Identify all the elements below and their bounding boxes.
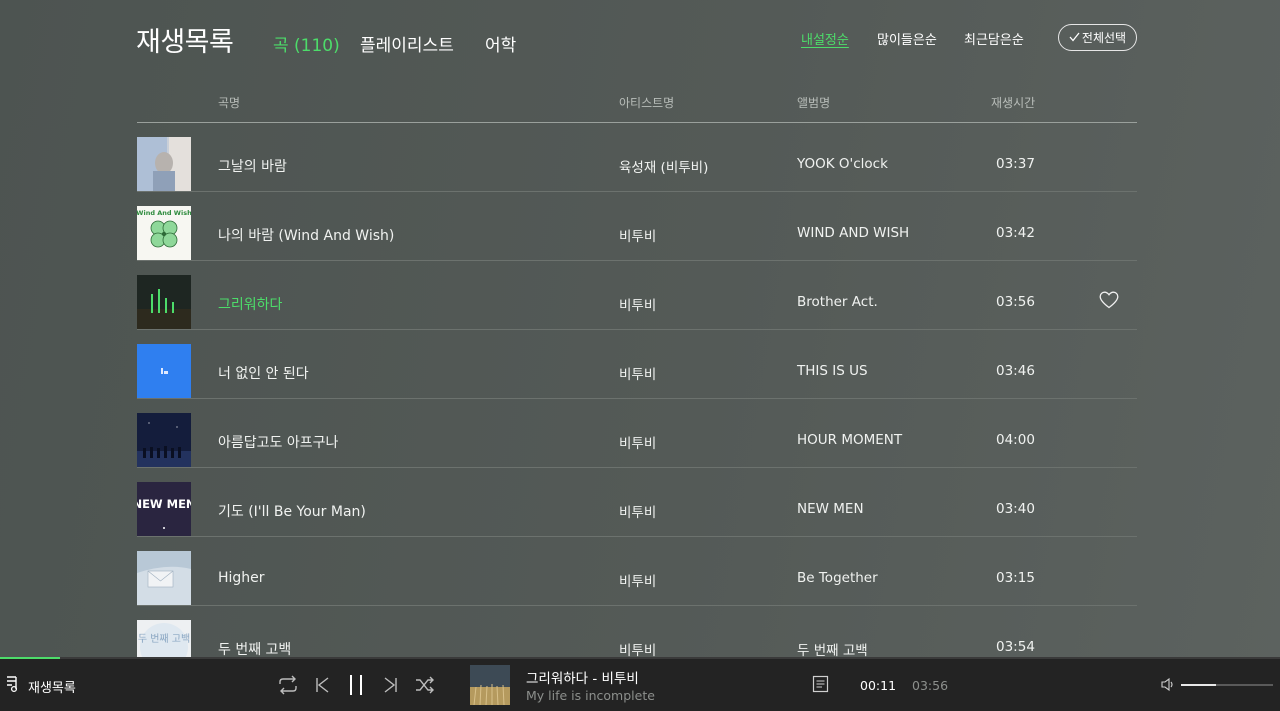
current-time: 00:11 bbox=[860, 678, 897, 693]
song-title[interactable]: 아름답고도 아프구나 bbox=[218, 432, 338, 452]
playlist-button[interactable]: 재생목록 bbox=[6, 675, 76, 697]
column-header-album: 앨범명 bbox=[797, 96, 831, 110]
lyrics-icon[interactable] bbox=[812, 675, 829, 693]
tab-songs[interactable]: 곡 (110) bbox=[273, 31, 340, 56]
song-artist[interactable]: 비투비 bbox=[619, 639, 656, 657]
column-header-title: 곡명 bbox=[218, 96, 241, 110]
sort-recently-added[interactable]: 최근담은순 bbox=[964, 29, 1024, 48]
album-cover-text: 두 번째 고백 bbox=[138, 633, 190, 645]
now-playing-lyric: My life is incomplete bbox=[526, 688, 655, 703]
tab-language[interactable]: 어학 bbox=[485, 31, 516, 56]
song-artist[interactable]: 비투비 bbox=[619, 225, 656, 245]
song-duration: 04:00 bbox=[996, 432, 1035, 448]
header: 재생목록 곡 (110) 플레이리스트 어학 내설정순 많이들은순 최근담은순 … bbox=[0, 0, 1280, 80]
song-title[interactable]: 너 없인 안 된다 bbox=[218, 363, 309, 383]
song-artist[interactable]: 비투비 bbox=[619, 363, 656, 383]
song-artist[interactable]: 비투비 bbox=[619, 294, 656, 314]
song-duration: 03:15 bbox=[996, 570, 1035, 586]
song-row[interactable]: NEW MEN 기도 (I'll Be Your Man) 비투비 NEW ME… bbox=[137, 468, 1137, 537]
song-artist[interactable]: 비투비 bbox=[619, 501, 656, 521]
select-all-label: 전체선택 bbox=[1081, 31, 1127, 45]
song-row[interactable]: 아름답고도 아프구나 비투비 HOUR MOMENT 04:00 bbox=[137, 399, 1137, 468]
album-cover bbox=[137, 551, 191, 605]
album-cover-text: NEW MEN bbox=[137, 497, 191, 511]
volume-slider[interactable] bbox=[1181, 684, 1273, 686]
album-cover bbox=[137, 137, 191, 191]
album-cover-text: Wind And Wish bbox=[137, 209, 191, 217]
total-time: 03:56 bbox=[912, 678, 949, 693]
song-duration: 03:56 bbox=[996, 294, 1035, 310]
sort-custom-order[interactable]: 내설정순 bbox=[801, 29, 849, 48]
album-cover bbox=[137, 275, 191, 329]
song-row[interactable]: 두 번째 고백 두 번째 고백 비투비 두 번째 고백 03:54 bbox=[137, 606, 1137, 657]
song-duration: 03:42 bbox=[996, 225, 1035, 241]
shuffle-icon[interactable] bbox=[414, 674, 436, 696]
playlist-label: 재생목록 bbox=[28, 680, 76, 696]
song-album[interactable]: Be Together bbox=[797, 570, 878, 586]
song-title[interactable]: 기도 (I'll Be Your Man) bbox=[218, 501, 366, 521]
check-icon bbox=[1069, 31, 1080, 45]
song-album[interactable]: 두 번째 고백 bbox=[797, 639, 868, 657]
heart-icon[interactable] bbox=[1099, 291, 1119, 309]
playlist-icon bbox=[6, 675, 22, 697]
song-title[interactable]: Higher bbox=[218, 570, 265, 586]
album-cover: Wind And Wish bbox=[137, 206, 191, 260]
album-cover: NEW MEN bbox=[137, 482, 191, 536]
song-duration: 03:46 bbox=[996, 363, 1035, 379]
select-all-button[interactable]: 전체선택 bbox=[1058, 24, 1137, 51]
album-cover bbox=[137, 413, 191, 467]
song-duration: 03:40 bbox=[996, 501, 1035, 517]
song-artist[interactable]: 비투비 bbox=[619, 432, 656, 452]
song-album[interactable]: HOUR MOMENT bbox=[797, 432, 902, 448]
album-cover: 두 번째 고백 bbox=[137, 620, 191, 657]
progress-bar[interactable] bbox=[0, 657, 1280, 659]
song-album[interactable]: WIND AND WISH bbox=[797, 225, 909, 241]
song-row[interactable]: 그리워하다 비투비 Brother Act. 03:56 bbox=[137, 261, 1137, 330]
now-playing-cover[interactable] bbox=[470, 665, 510, 705]
next-track-icon[interactable] bbox=[380, 674, 402, 696]
progress-fill bbox=[0, 657, 60, 659]
song-artist[interactable]: 육성재 (비투비) bbox=[619, 156, 708, 176]
song-list: 그날의 바람 육성재 (비투비) YOOK O'clock 03:37 Wind… bbox=[137, 123, 1137, 657]
column-header-artist: 아티스트명 bbox=[619, 96, 675, 110]
song-row[interactable]: Higher 비투비 Be Together 03:15 bbox=[137, 537, 1137, 606]
song-album[interactable]: NEW MEN bbox=[797, 501, 864, 517]
song-title[interactable]: 두 번째 고백 bbox=[218, 639, 291, 657]
column-header-duration: 재생시간 bbox=[991, 96, 1036, 110]
song-album[interactable]: YOOK O'clock bbox=[797, 156, 888, 172]
song-row[interactable]: 너 없인 안 된다 비투비 THIS IS US 03:46 bbox=[137, 330, 1137, 399]
previous-track-icon[interactable] bbox=[311, 674, 333, 696]
sort-most-played[interactable]: 많이들은순 bbox=[877, 29, 937, 48]
album-cover bbox=[137, 344, 191, 398]
song-artist[interactable]: 비투비 bbox=[619, 570, 656, 590]
tab-playlists[interactable]: 플레이리스트 bbox=[360, 31, 454, 56]
song-duration: 03:54 bbox=[996, 639, 1035, 655]
volume-icon[interactable] bbox=[1160, 677, 1175, 692]
pause-icon[interactable] bbox=[345, 674, 367, 696]
song-duration: 03:37 bbox=[996, 156, 1035, 172]
volume-fill bbox=[1181, 684, 1216, 686]
repeat-icon[interactable] bbox=[277, 674, 299, 696]
song-album[interactable]: THIS IS US bbox=[797, 363, 868, 379]
song-title[interactable]: 그날의 바람 bbox=[218, 156, 287, 176]
song-row[interactable]: Wind And Wish 나의 바람 (Wind And Wish) 비투비 … bbox=[137, 192, 1137, 261]
player-bar: 재생목록 그리워하다 - 비투비 My life is incomplete 0… bbox=[0, 657, 1280, 711]
song-title[interactable]: 나의 바람 (Wind And Wish) bbox=[218, 225, 394, 245]
song-title[interactable]: 그리워하다 bbox=[218, 294, 282, 314]
song-album[interactable]: Brother Act. bbox=[797, 294, 878, 310]
song-row[interactable]: 그날의 바람 육성재 (비투비) YOOK O'clock 03:37 bbox=[137, 123, 1137, 192]
page-title: 재생목록 bbox=[136, 27, 234, 58]
now-playing-title[interactable]: 그리워하다 - 비투비 bbox=[526, 667, 639, 687]
